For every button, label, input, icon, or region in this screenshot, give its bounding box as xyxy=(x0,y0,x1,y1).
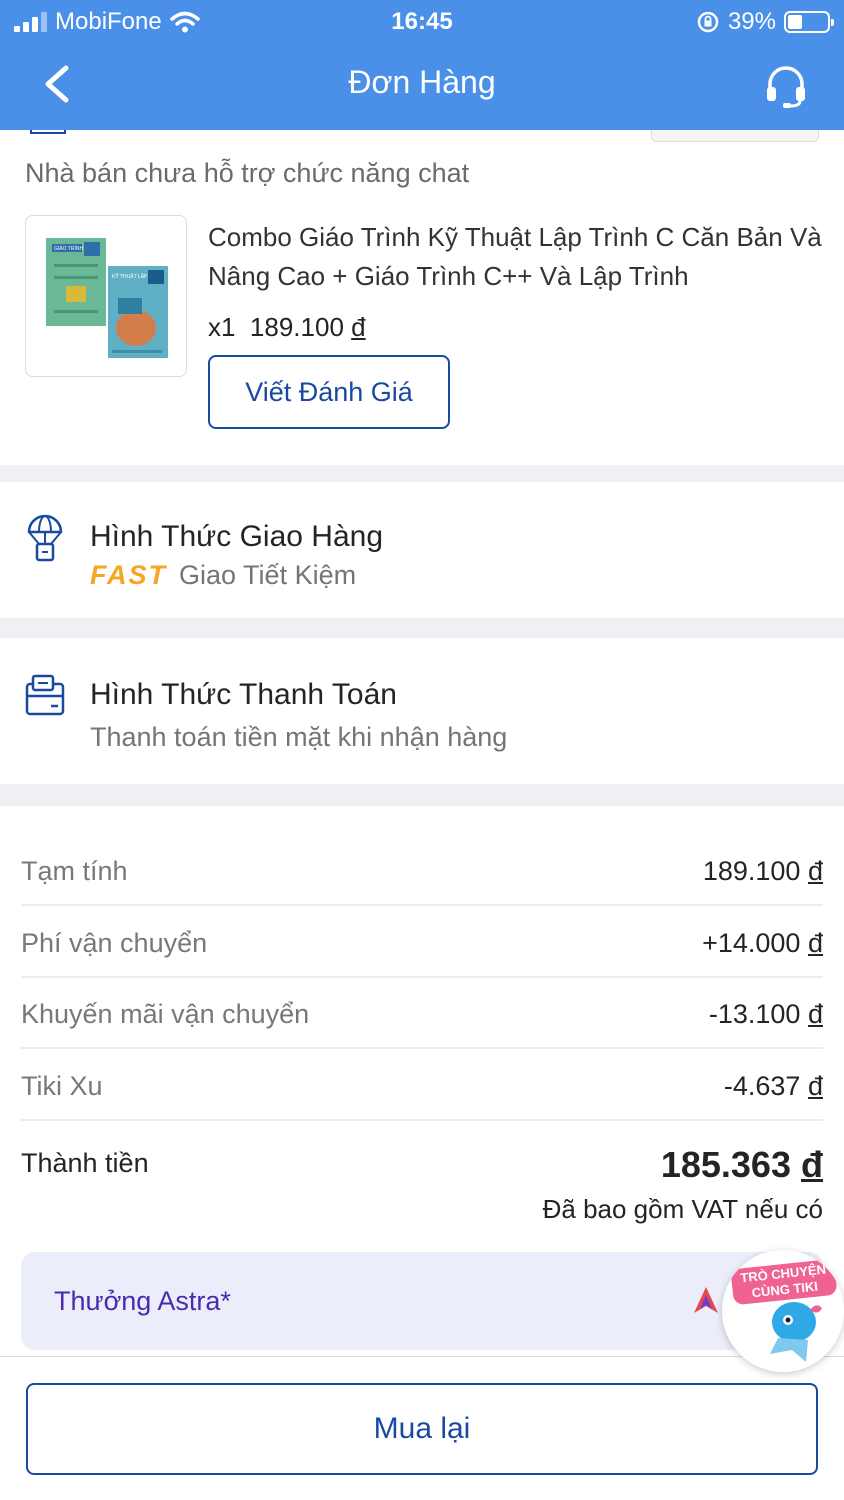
shipping-method: FAST Giao Tiết Kiệm xyxy=(90,560,356,591)
summary-label: Khuyến mãi vận chuyển xyxy=(21,999,310,1029)
status-bar: MobiFone 16:45 39% xyxy=(0,0,844,44)
mascot-icon xyxy=(770,1302,822,1362)
chat-unavailable-notice: Nhà bán chưa hỗ trợ chức năng chat xyxy=(25,158,470,188)
fast-badge: FAST xyxy=(90,560,168,590)
product-name[interactable]: Combo Giáo Trình Kỹ Thuật Lập Trình C Că… xyxy=(208,218,828,296)
shipping-title: Hình Thức Giao Hàng xyxy=(90,520,384,553)
summary-value: -13.100 đ xyxy=(708,999,823,1029)
summary-label: Tạm tính xyxy=(21,856,128,886)
shipping-method-text: Giao Tiết Kiệm xyxy=(179,560,357,590)
summary-row-tiki-xu: Tiki Xu -4.637 đ xyxy=(21,1049,823,1121)
write-review-button[interactable]: Viết Đánh Giá xyxy=(208,355,450,429)
total-label: Thành tiền xyxy=(21,1148,149,1178)
rotation-lock-icon xyxy=(697,11,719,33)
astra-reward-label: Thưởng Astra* xyxy=(54,1286,231,1316)
product-quantity: x1 xyxy=(208,312,236,342)
total-value: 185.363 đ xyxy=(660,1144,823,1185)
status-right: 39% xyxy=(696,8,834,36)
summary-value: 189.100 đ xyxy=(702,856,823,886)
shipping-method-section: Hình Thức Giao Hàng FAST Giao Tiết Kiệm xyxy=(0,482,844,618)
payment-method-section: Hình Thức Thanh Toán Thanh toán tiền mặt… xyxy=(0,638,844,784)
summary-label: Phí vận chuyển xyxy=(21,928,208,958)
product-price: 189.100 xyxy=(249,312,344,342)
quantity-price: x1 189.100 đ xyxy=(208,312,366,343)
product-thumbnail[interactable]: GIÁO TRÌNH KỸ THUẬT LẬP TRÌNH xyxy=(25,215,187,377)
cover1-label: GIÁO TRÌNH xyxy=(54,245,83,252)
summary-row-shipping-fee: Phí vận chuyển +14.000 đ xyxy=(21,906,823,978)
summary-label: Tiki Xu xyxy=(21,1071,103,1101)
payment-icon xyxy=(25,674,65,716)
vat-note: Đã bao gồm VAT nếu có xyxy=(542,1194,823,1224)
astra-logo-icon xyxy=(694,1287,718,1313)
tiki-chat-widget[interactable]: TRÒ CHUYỆN CÙNG TIKI xyxy=(722,1250,844,1372)
payment-method-text: Thanh toán tiền mặt khi nhận hàng xyxy=(90,722,508,752)
order-summary: Tạm tính 189.100 đ Phí vận chuyển +14.00… xyxy=(0,806,844,1366)
bottom-action-bar: Mua lại xyxy=(0,1356,844,1500)
page-title: Đơn Hàng xyxy=(348,64,496,100)
headset-icon[interactable] xyxy=(764,64,808,108)
rebuy-button[interactable]: Mua lại xyxy=(26,1383,818,1475)
app-header: MobiFone 16:45 39% Đơn Hàng xyxy=(0,0,844,130)
parachute-icon xyxy=(27,514,63,562)
order-item-card: Nhà bán chưa hỗ trợ chức năng chat GIÁO … xyxy=(0,124,844,465)
summary-value: +14.000 đ xyxy=(702,928,823,958)
book-cover-image: GIÁO TRÌNH KỸ THUẬT LẬP TRÌNH xyxy=(46,238,168,358)
currency-symbol: đ xyxy=(351,312,366,342)
summary-row-shipping-discount: Khuyến mãi vận chuyển -13.100 đ xyxy=(21,977,823,1049)
battery-icon xyxy=(784,11,834,33)
summary-value: -4.637 đ xyxy=(723,1071,823,1101)
battery-percent: 39% xyxy=(727,8,776,35)
summary-row-subtotal: Tạm tính 189.100 đ xyxy=(21,834,823,906)
astra-reward-row[interactable]: Thưởng Astra* xyxy=(21,1252,823,1350)
payment-title: Hình Thức Thanh Toán xyxy=(90,678,397,711)
